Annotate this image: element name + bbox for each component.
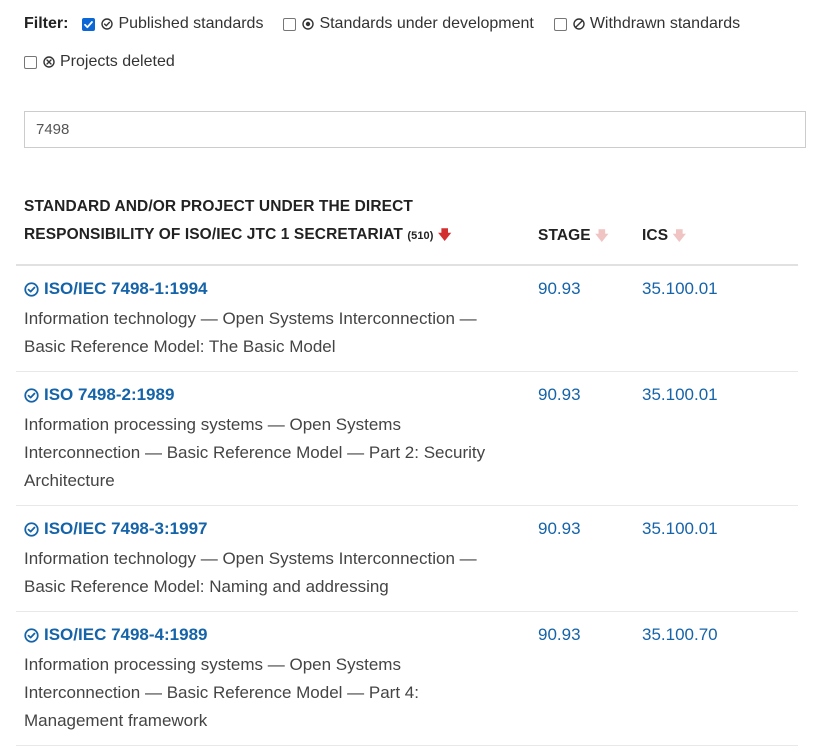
column-header-standard[interactable]: Standard and/or project under the direct… <box>16 193 530 250</box>
standard-link[interactable]: ISO/IEC 7498-1:1994 <box>24 277 504 301</box>
table-row: ISO/IEC 7498-3:1997 Information technolo… <box>16 506 798 612</box>
filter-row: Projects deleted <box>24 50 814 74</box>
standard-link[interactable]: ISO/IEC 7498-4:1989 <box>24 623 504 647</box>
standard-ref: ISO/IEC 7498-3:1997 <box>44 519 208 538</box>
ics-link[interactable]: 35.100.01 <box>642 385 718 404</box>
standards-table: Standard and/or project under the direct… <box>16 198 798 746</box>
filter-label: Filter: <box>24 15 69 32</box>
header-ics-label: ICS <box>642 227 669 244</box>
filter-withdrawn-standards[interactable]: Withdrawn standards <box>553 15 741 33</box>
under-development-icon <box>302 18 315 30</box>
published-check-icon <box>24 627 39 643</box>
column-header-ics[interactable]: ICS 🡇 <box>634 222 686 250</box>
table-header: Standard and/or project under the direct… <box>16 198 798 266</box>
published-check-icon <box>24 521 39 537</box>
standard-cell: ISO/IEC 7498-4:1989 Information processi… <box>16 623 530 735</box>
published-check-icon <box>24 387 39 403</box>
standard-link[interactable]: ISO 7498-2:1989 <box>24 383 504 407</box>
filter-option-label: Withdrawn standards <box>589 15 741 32</box>
standard-title: Information technology — Open Systems In… <box>24 309 477 356</box>
arrow-down-icon[interactable]: 🡇 <box>438 227 451 242</box>
filter-projects-deleted[interactable]: Projects deleted <box>24 53 175 71</box>
filter-bar: Filter: Published standards Standards un… <box>24 12 814 74</box>
standard-title: Information technology — Open Systems In… <box>24 549 477 596</box>
stage-link[interactable]: 90.93 <box>538 625 581 644</box>
filter-option-label: Standards under development <box>319 15 534 32</box>
standard-cell: ISO/IEC 7498-3:1997 Information technolo… <box>16 517 530 601</box>
ics-link[interactable]: 35.100.01 <box>642 279 718 298</box>
ics-link[interactable]: 35.100.70 <box>642 625 718 644</box>
result-count: (510) <box>407 230 434 242</box>
filter-published-standards[interactable]: Published standards <box>82 15 263 33</box>
column-header-stage[interactable]: Stage 🡇 <box>530 222 634 250</box>
standard-link[interactable]: ISO/IEC 7498-3:1997 <box>24 517 504 541</box>
checkbox-under-development[interactable] <box>283 17 297 31</box>
standard-cell: ISO/IEC 7498-1:1994 Information technolo… <box>16 277 530 361</box>
standard-title: Information processing systems — Open Sy… <box>24 655 419 730</box>
stage-link[interactable]: 90.93 <box>538 519 581 538</box>
standard-ref: ISO 7498-2:1989 <box>44 385 175 404</box>
checkbox-published[interactable] <box>82 17 96 31</box>
table-row: ISO/IEC 7498-1:1994 Information technolo… <box>16 266 798 372</box>
header-stage-label: Stage <box>538 227 591 244</box>
published-check-icon <box>101 18 114 30</box>
published-check-icon <box>24 281 39 297</box>
deleted-icon <box>43 56 55 68</box>
withdrawn-icon <box>573 18 585 30</box>
standard-title: Information processing systems — Open Sy… <box>24 415 486 490</box>
stage-link[interactable]: 90.93 <box>538 385 581 404</box>
arrow-down-icon[interactable]: 🡇 <box>595 228 608 243</box>
filter-row: Filter: Published standards Standards un… <box>24 12 814 36</box>
filter-option-label: Published standards <box>118 15 264 32</box>
filter-under-development[interactable]: Standards under development <box>283 15 534 33</box>
filter-option-label: Projects deleted <box>60 53 175 70</box>
search-input[interactable] <box>24 111 806 148</box>
standard-cell: ISO 7498-2:1989 Information processing s… <box>16 383 530 495</box>
standard-ref: ISO/IEC 7498-1:1994 <box>44 279 208 298</box>
header-line-2: responsibility of ISO/IEC JTC 1 Secretar… <box>24 226 403 243</box>
stage-link[interactable]: 90.93 <box>538 279 581 298</box>
ics-link[interactable]: 35.100.01 <box>642 519 718 538</box>
standard-ref: ISO/IEC 7498-4:1989 <box>44 625 208 644</box>
table-row: ISO/IEC 7498-4:1989 Information processi… <box>16 612 798 746</box>
checkbox-withdrawn[interactable] <box>553 17 567 31</box>
checkbox-deleted[interactable] <box>24 55 37 69</box>
table-row: ISO 7498-2:1989 Information processing s… <box>16 372 798 506</box>
header-line-1: Standard and/or project under the direct <box>24 198 413 215</box>
arrow-down-icon[interactable]: 🡇 <box>673 228 686 243</box>
